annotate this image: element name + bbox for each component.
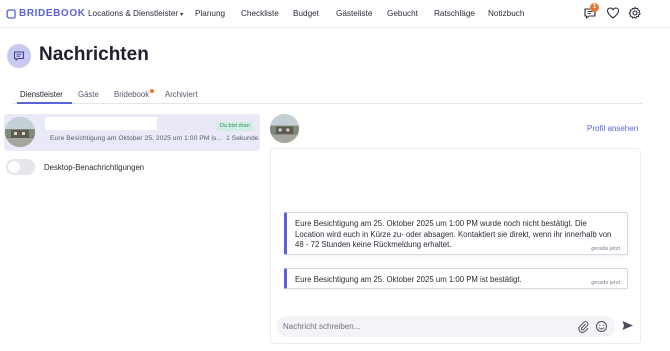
- logo-icon: [6, 8, 16, 19]
- settings-nav-button[interactable]: [628, 6, 642, 20]
- message-time: gerade jetzt: [591, 280, 620, 286]
- desktop-notifications-label: Desktop-Benachrichtigungen: [44, 163, 145, 172]
- tab-label: Bridebook: [114, 90, 150, 99]
- notification-badge: 1: [590, 3, 599, 12]
- message-composer: [277, 316, 615, 337]
- page-header-icon: [7, 44, 31, 68]
- chat-message: Eure Besichtigung am 25. Oktober 2025 um…: [284, 268, 628, 289]
- messages-nav-button[interactable]: 1: [583, 3, 599, 20]
- chat-avatar: [270, 114, 299, 143]
- conversation-time: 1 Sekunde: [226, 135, 259, 142]
- brand-name: BRIDEBOOK: [19, 8, 86, 19]
- nav-item-budget[interactable]: Budget: [293, 9, 319, 18]
- avatar: [5, 117, 35, 147]
- status-badge: Du bist dran: [217, 122, 253, 131]
- nav-item-checkliste[interactable]: Checkliste: [241, 9, 279, 18]
- nav-item-ratschlaege[interactable]: Ratschläge: [434, 9, 475, 18]
- nav-item-locations[interactable]: Locations & Dienstleister ▾: [88, 9, 183, 18]
- unread-dot: [150, 89, 154, 93]
- page-title: Nachrichten: [39, 44, 149, 65]
- favorites-nav-button[interactable]: [606, 6, 620, 20]
- heart-icon: [606, 7, 620, 19]
- nav-item-planung[interactable]: Planung: [195, 9, 225, 18]
- brand-logo[interactable]: BRIDEBOOK: [6, 8, 86, 19]
- nav-item-notizbuch[interactable]: Notizbuch: [488, 9, 524, 18]
- chat-bubble-icon: [14, 51, 24, 61]
- nav-item-label: Locations & Dienstleister: [88, 9, 179, 18]
- message-input[interactable]: [283, 319, 563, 334]
- emoji-icon: [596, 321, 607, 332]
- conversation-item[interactable]: Du bist dran Eure Besichtigung am Oktobe…: [4, 114, 260, 151]
- tab-dienstleister[interactable]: Dienstleister: [20, 90, 63, 99]
- desktop-notifications-toggle[interactable]: [6, 159, 35, 175]
- venue-photo: [270, 114, 299, 143]
- conversation-preview: Eure Besichtigung am Oktober 25, 2025 um…: [50, 135, 222, 142]
- message-text: Eure Besichtigung am 25. Oktober 2025 um…: [295, 219, 612, 249]
- attach-button[interactable]: [577, 320, 590, 333]
- message-time: gerade jetzt: [591, 246, 620, 252]
- gear-icon: [628, 6, 641, 19]
- paperclip-icon: [578, 321, 589, 333]
- emoji-button[interactable]: [595, 320, 608, 333]
- active-tab-indicator: [17, 102, 72, 104]
- view-profile-link[interactable]: Profil ansehen: [587, 124, 638, 133]
- nav-item-gaesteliste[interactable]: Gästeliste: [336, 9, 372, 18]
- tab-archiviert[interactable]: Archiviert: [165, 90, 198, 99]
- chat-message: Eure Besichtigung am 25. Oktober 2025 um…: [284, 212, 628, 255]
- tab-bridebook[interactable]: Bridebook: [114, 89, 154, 99]
- message-text: Eure Besichtigung am 25. Oktober 2025 um…: [295, 275, 522, 284]
- message-tabs: Dienstleister Gäste Bridebook Archiviert: [12, 86, 642, 104]
- send-button[interactable]: [621, 319, 634, 332]
- top-navigation: BRIDEBOOK Locations & Dienstleister ▾ Pla…: [0, 0, 670, 28]
- tab-gaeste[interactable]: Gäste: [78, 90, 99, 99]
- send-icon: [622, 321, 633, 330]
- chevron-down-icon: ▾: [180, 12, 184, 18]
- venue-photo: [5, 117, 35, 147]
- toggle-knob: [8, 161, 20, 173]
- conversation-name: [45, 117, 157, 130]
- nav-item-gebucht[interactable]: Gebucht: [387, 9, 418, 18]
